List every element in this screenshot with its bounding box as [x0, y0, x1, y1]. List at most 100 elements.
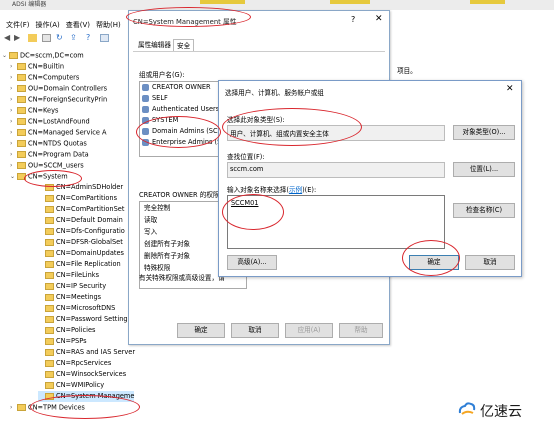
- list-item-label: Enterprise Admins (S: [152, 138, 222, 146]
- list-item-label: SELF: [152, 94, 168, 102]
- help-button[interactable]: 帮助: [339, 323, 383, 338]
- tree-node[interactable]: › CN=NTDS Quotas: [10, 138, 87, 149]
- close-icon[interactable]: ✕: [506, 84, 514, 94]
- tree-view[interactable]: ⌄ DC=sccm,DC=com › CN=Builtin › CN=Computers ›…: [0, 46, 140, 423]
- tree-node[interactable]: › CN=ForeignSecurityPrin: [10, 94, 107, 105]
- menu-view[interactable]: 查看(V): [66, 19, 90, 31]
- chevron-right-icon[interactable]: ›: [10, 105, 17, 116]
- tree-node[interactable]: › CN=Keys: [10, 105, 58, 116]
- tree-node[interactable]: CN=DFSR-GlobalSet: [38, 237, 123, 248]
- tree-node[interactable]: CN=File Replication: [38, 259, 121, 270]
- chevron-right-icon[interactable]: ›: [10, 402, 17, 413]
- tree-node[interactable]: CN=Meetings: [38, 292, 101, 303]
- tree-node-label: CN=PSPs: [56, 337, 87, 345]
- tree-node-label: CN=NTDS Quotas: [28, 139, 87, 148]
- select-users-dialog: 选择用户、计算机、服务帐户或组 ✕ 选择此对象类型(S): 用户、计算机、组或内…: [218, 80, 522, 277]
- menu-help[interactable]: 帮助(H): [96, 19, 121, 31]
- tree-node[interactable]: CN=ComPartitions: [38, 193, 117, 204]
- tree-node[interactable]: › CN=Builtin: [10, 61, 64, 72]
- chevron-right-icon[interactable]: ›: [10, 72, 17, 83]
- tree-node[interactable]: CN=IP Security: [38, 281, 106, 292]
- tree-node[interactable]: › OU=Domain Controllers: [10, 83, 107, 94]
- tree-node[interactable]: CN=ComPartitionSet: [38, 204, 124, 215]
- tree-node-label: CN=ComPartitions: [56, 194, 118, 202]
- menu-file[interactable]: 文件(F): [6, 19, 30, 31]
- chevron-right-icon[interactable]: ›: [10, 138, 17, 149]
- folder-icon: [45, 381, 54, 389]
- object-names-input[interactable]: SCCM01: [227, 195, 445, 249]
- tree-node[interactable]: CN=Password Setting: [38, 314, 128, 325]
- cancel-button[interactable]: 取消: [231, 323, 279, 338]
- tree-node-label: CN=WinsockServices: [56, 370, 127, 378]
- chevron-down-icon[interactable]: ⌄: [2, 50, 9, 61]
- chevron-right-icon[interactable]: ›: [10, 160, 17, 171]
- folder-icon[interactable]: [28, 34, 37, 42]
- tree-node-label: CN=MicrosoftDNS: [56, 304, 116, 312]
- tree-node[interactable]: CN=RpcServices: [38, 358, 111, 369]
- chevron-right-icon[interactable]: ›: [10, 149, 17, 160]
- tree-node[interactable]: › CN=LostAndFound: [10, 116, 90, 127]
- tree-node[interactable]: CN=DomainUpdates: [38, 248, 124, 259]
- folder-icon: [17, 85, 26, 92]
- tree-node[interactable]: › OU=SCCM_users: [10, 160, 84, 171]
- folder-icon: [45, 260, 54, 268]
- tree-node[interactable]: › CN=Computers: [10, 72, 79, 83]
- tree-node[interactable]: CN=AdminSDHolder: [38, 182, 123, 193]
- folder-icon: [45, 337, 54, 345]
- close-icon[interactable]: ✕: [375, 14, 383, 24]
- advanced-button[interactable]: 高级(A)...: [227, 255, 277, 270]
- export-icon[interactable]: ⇪: [70, 34, 79, 42]
- object-types-button[interactable]: 对象类型(O)...: [453, 125, 515, 140]
- user-group-icon: [142, 94, 149, 102]
- ok-button[interactable]: 确定: [177, 323, 225, 338]
- chevron-right-icon[interactable]: ›: [10, 127, 17, 138]
- forward-icon[interactable]: ▶: [14, 34, 23, 42]
- tree-node[interactable]: ⌄ DC=sccm,DC=com: [2, 50, 84, 61]
- tree-node-label: CN=DomainUpdates: [56, 249, 124, 257]
- tab-security[interactable]: 安全: [173, 39, 195, 51]
- tree-node[interactable]: CN=MicrosoftDNS: [38, 303, 115, 314]
- tree-node[interactable]: CN=WMIPolicy: [38, 380, 104, 391]
- tree-node-label: CN=AdminSDHolder: [56, 183, 124, 191]
- tree-node[interactable]: CN=FileLinks: [38, 270, 99, 281]
- tree-node[interactable]: CN=Dfs-Configuratio: [38, 226, 125, 237]
- dialog-titlebar: CN=System Management 属性 ? ✕: [129, 11, 389, 32]
- chevron-right-icon[interactable]: ›: [10, 94, 17, 105]
- refresh-icon[interactable]: ↻: [56, 34, 65, 42]
- chevron-right-icon[interactable]: ›: [10, 116, 17, 127]
- tree-node[interactable]: CN=Policies: [38, 325, 95, 336]
- menu-action[interactable]: 操作(A): [36, 19, 60, 31]
- tab-attribute-editor[interactable]: 属性编辑器: [135, 39, 174, 51]
- tree-node-label: CN=Meetings: [56, 293, 102, 301]
- apply-button[interactable]: 应用(A): [285, 323, 333, 338]
- tree-node[interactable]: › CN=TPM Devices: [10, 402, 85, 413]
- ok-button[interactable]: 确定: [409, 255, 459, 270]
- view-icon[interactable]: [100, 34, 109, 42]
- folder-icon: [45, 238, 54, 246]
- tree-node[interactable]: › CN=Managed Service A: [10, 127, 107, 138]
- cancel-button[interactable]: 取消: [465, 255, 515, 270]
- tree-node[interactable]: CN=System Manageme: [38, 391, 135, 402]
- tree-node[interactable]: CN=RAS and IAS Server: [38, 347, 135, 358]
- check-names-button[interactable]: 检查名称(C): [453, 203, 515, 218]
- examples-link[interactable]: 示例: [289, 186, 302, 194]
- properties-icon[interactable]: [42, 34, 51, 42]
- tree-node[interactable]: CN=WinsockServices: [38, 369, 126, 380]
- tree-node[interactable]: ⌄ CN=System: [10, 171, 68, 182]
- folder-icon: [45, 205, 54, 213]
- watermark-logo: 亿速云: [458, 399, 548, 420]
- chevron-right-icon[interactable]: ›: [10, 83, 17, 94]
- object-names-label: 输入对象名称来选择(示例)(E):: [227, 186, 317, 194]
- chevron-down-icon[interactable]: ⌄: [10, 171, 17, 182]
- special-note: 有关特殊权限或高级设置，请: [139, 274, 225, 282]
- tree-node[interactable]: CN=Default Domain: [38, 215, 123, 226]
- object-type-label: 选择此对象类型(S):: [227, 116, 285, 124]
- help-icon[interactable]: ?: [351, 15, 355, 24]
- tree-node[interactable]: CN=PSPs: [38, 336, 87, 347]
- help-icon[interactable]: ?: [86, 34, 95, 42]
- tree-node[interactable]: › CN=Program Data: [10, 149, 89, 160]
- tab-divider: [133, 51, 385, 52]
- back-icon[interactable]: ◀: [4, 34, 13, 42]
- chevron-right-icon[interactable]: ›: [10, 61, 17, 72]
- locations-button[interactable]: 位置(L)...: [453, 162, 515, 177]
